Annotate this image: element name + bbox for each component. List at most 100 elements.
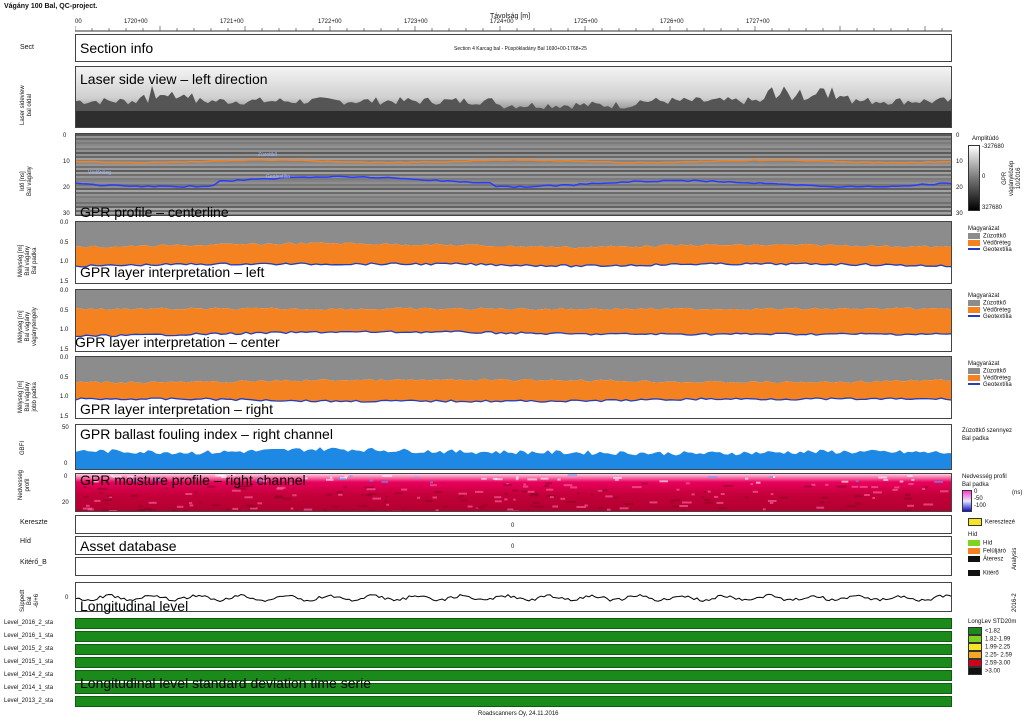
- asset-row-label-3: Kitérő_B: [20, 559, 47, 566]
- layer-center-caption: GPR layer interpretation – center: [75, 334, 280, 350]
- axis-tick-label: 0.0: [60, 220, 69, 226]
- layer-right-ylabel: Mélység [m] Bal vágány jobb padka: [18, 380, 38, 413]
- layer-legend-item: Geotextília: [968, 247, 1012, 254]
- analysis-label: Analysis: [1012, 547, 1018, 570]
- layer-legend-swatch: [968, 307, 980, 313]
- moisture-cell: [257, 502, 263, 505]
- moisture-cell: [247, 505, 256, 508]
- moisture-cell: [673, 505, 679, 508]
- gpr-annot-3: Geotextília: [266, 174, 290, 180]
- moisture-cell: [527, 490, 535, 493]
- legend-bridge-label: Híd: [983, 540, 993, 547]
- longlevel-line: [76, 593, 951, 603]
- section-info-text: Section 4 Karcag bal - Püspökladány Bal …: [454, 46, 587, 52]
- moisture-cell: [232, 507, 239, 510]
- moisture-cell: [513, 498, 516, 501]
- moisture-cell: [494, 500, 502, 503]
- moisture-cell: [338, 493, 343, 496]
- legend-switch-label: Kitérő: [983, 570, 999, 577]
- moisture-unit: (ns): [1012, 490, 1023, 496]
- moisture-cell: [460, 494, 464, 497]
- axis-tick-label: 0.0: [60, 288, 69, 294]
- layer-right-caption: GPR layer interpretation – right: [80, 401, 273, 417]
- layer-legend-title: Magyarázat: [968, 293, 1000, 299]
- moisture-cell: [762, 508, 766, 511]
- figure-title: Vágány 100 Bal, QC-project.: [4, 3, 98, 10]
- moisture-cell: [430, 484, 437, 487]
- legend-bridge-title: Híd: [968, 532, 978, 538]
- year-label: 2016-2: [1012, 593, 1018, 612]
- moisture-cell: [336, 491, 343, 494]
- moisture-cell: [372, 497, 381, 500]
- moisture-cell: [231, 489, 241, 492]
- moisture-cell: [855, 502, 861, 505]
- moisture-cell: [326, 478, 334, 481]
- moisture-cell: [590, 493, 594, 496]
- moisture-cell: [922, 488, 925, 490]
- moisture-cell: [185, 493, 193, 495]
- moisture-cell: [938, 512, 947, 513]
- asset-row-label-1: Kereszte: [20, 519, 48, 526]
- subballast-layer-area: [76, 307, 951, 337]
- moisture-cell: [670, 501, 674, 504]
- moisture-cell: [148, 509, 156, 511]
- axis-tick-label: 0.5: [60, 374, 69, 381]
- levels-legend-swatch: [968, 659, 982, 667]
- axis-tick-label: 1.0: [60, 394, 69, 401]
- moisture-cell: [836, 485, 847, 488]
- moisture-cell: [385, 495, 388, 498]
- axis-tick-label: 30: [956, 211, 963, 217]
- moisture-cell: [649, 501, 658, 504]
- moisture-cell: [631, 486, 642, 489]
- station-label: 1724+00: [490, 19, 514, 25]
- moisture-cell: [176, 505, 184, 508]
- level-row-bar: [75, 618, 952, 629]
- legend-bridge-item-1: Híd: [968, 540, 992, 548]
- moisture-cell: [872, 497, 875, 499]
- gpr-profile-ylabel: Idő [ns] Bal vágány: [20, 166, 33, 196]
- moisture-cell: [557, 478, 561, 481]
- level-row-bar: [75, 696, 952, 707]
- moisture-cell: [523, 485, 529, 488]
- moisture-cell: [816, 506, 825, 509]
- axis-tick-label: 0.5: [60, 239, 69, 246]
- layer-legend-item: Geotextília: [968, 382, 1012, 389]
- moisture-cell: [529, 504, 534, 507]
- moisture-cell: [494, 496, 502, 499]
- moisture-cell: [189, 504, 194, 507]
- asset-row-label-2: Híd: [20, 538, 31, 545]
- axis-tick-label: 30: [63, 211, 70, 217]
- moisture-cell: [563, 484, 573, 487]
- moisture-cell: [570, 486, 578, 489]
- levels-legend-swatch: [968, 627, 982, 635]
- levels-legend-item: >3.00: [968, 667, 1000, 676]
- moisture-cell: [103, 499, 113, 501]
- levels-legend-label: >3.00: [985, 668, 1001, 675]
- moisture-cell: [846, 505, 857, 508]
- moisture-cell: [659, 480, 668, 483]
- moisture-cell: [429, 481, 433, 484]
- moisture-cell: [718, 507, 728, 510]
- axis-tick-label: 0.0: [60, 355, 69, 361]
- longlevel-tick: 0: [65, 595, 69, 601]
- legend-crossing-label: Keresztezé: [985, 519, 1016, 526]
- moisture-cell: [467, 505, 473, 508]
- moisture-cell: [458, 492, 467, 495]
- moisture-cell: [457, 496, 461, 499]
- moisture-cell: [878, 476, 888, 479]
- moisture-cell: [97, 487, 108, 490]
- levels-legend-label: 2.25- 2.59: [985, 652, 1013, 659]
- moisture-cell: [576, 506, 586, 508]
- layer-legend-item: Geotextília: [968, 314, 1012, 321]
- moisture-cell: [226, 508, 230, 511]
- axis-tick-label: 1.5: [60, 347, 69, 353]
- moisture-cell: [365, 494, 372, 497]
- moisture-cell: [198, 501, 203, 504]
- moisture-cell: [369, 509, 375, 511]
- levels-legend-label: 1.99-2.25: [985, 644, 1011, 651]
- moisture-cell: [512, 489, 519, 492]
- moisture-cell: [577, 492, 580, 495]
- axis-tick-label: 20: [63, 185, 70, 191]
- level-row-label: Level_2015_1_sta: [4, 659, 54, 665]
- moisture-cell: [530, 493, 538, 495]
